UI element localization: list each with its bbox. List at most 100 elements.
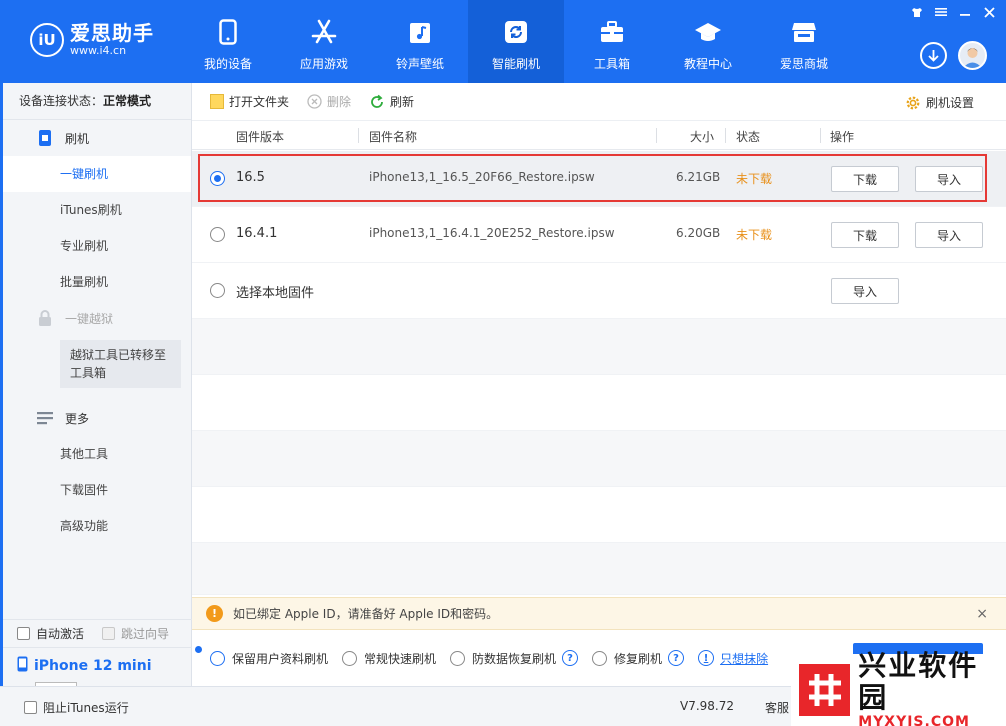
avatar[interactable]: [958, 41, 987, 70]
col-actions: 操作: [830, 130, 855, 144]
checkbox-box[interactable]: [102, 627, 116, 640]
refresh-button[interactable]: 刷新: [369, 93, 414, 110]
top-bar: iU 爱思助手 www.i4.cn 我的设备 应用游戏 铃声壁纸 智能刷机 工具…: [0, 0, 1006, 83]
watermark-logo-icon: [799, 664, 851, 716]
app-logo: iU 爱思助手 www.i4.cn: [30, 22, 154, 57]
auto-activate-row: 自动激活 跳过向导: [3, 619, 192, 647]
help-icon[interactable]: ?: [562, 650, 579, 666]
firmware-name: iPhone13,1_16.5_20F66_Restore.ipsw: [369, 170, 595, 184]
col-status[interactable]: 状态: [736, 128, 760, 145]
skip-guide-checkbox[interactable]: 跳过向导: [102, 625, 169, 642]
mode-radio[interactable]: [592, 650, 608, 666]
appstore-icon: [310, 18, 338, 46]
table-row-local-firmware[interactable]: 选择本地固件 导入: [192, 263, 1006, 319]
open-folder-button[interactable]: 打开文件夹: [210, 93, 289, 110]
sidebar-item-batch-flash[interactable]: 批量刷机: [3, 264, 191, 300]
nav-ringtones[interactable]: 铃声壁纸: [372, 0, 468, 83]
phone-icon: [214, 18, 242, 46]
row-radio[interactable]: [210, 171, 225, 186]
flash-settings-button[interactable]: 刷机设置: [905, 94, 974, 111]
sidebar: 设备连接状态：正常模式 刷机 一键刷机 iTunes刷机 专业刷机 批量刷机 一…: [0, 83, 192, 726]
folder-icon: [210, 94, 224, 109]
col-size[interactable]: 大小: [690, 128, 714, 145]
menu-icon[interactable]: [932, 4, 950, 20]
gear-icon: [905, 95, 921, 111]
import-button[interactable]: 导入: [915, 166, 983, 192]
delete-icon: [307, 94, 322, 109]
block-itunes-checkbox[interactable]: 阻止iTunes运行: [24, 699, 129, 716]
empty-row: [192, 543, 1006, 595]
sidebar-item-advanced[interactable]: 高级功能: [3, 508, 191, 544]
mode-repair[interactable]: 修复刷机 ?: [592, 650, 685, 667]
firmware-version: 16.5: [236, 170, 265, 185]
logo-title: 爱思助手: [70, 21, 154, 45]
mode-quick[interactable]: 常规快速刷机: [342, 650, 436, 667]
logo-url: www.i4.cn: [70, 44, 127, 57]
apple-id-notice: ! 如已绑定 Apple ID，请准备好 Apple ID和密码。 ×: [192, 597, 1006, 630]
import-button[interactable]: 导入: [915, 222, 983, 248]
watermark: 兴业软件园 MYXYJS.COM: [791, 650, 1006, 726]
sidebar-item-other-tools[interactable]: 其他工具: [3, 436, 191, 472]
firmware-size: 6.21GB: [676, 170, 721, 184]
app-version: V7.98.72: [680, 699, 735, 713]
toolbar: 打开文件夹 删除 刷新: [192, 83, 1006, 121]
checkbox-box[interactable]: [17, 627, 30, 640]
toolbox-icon: [598, 18, 626, 46]
erase-only-link[interactable]: ! 只想抹除: [698, 650, 768, 667]
mode-radio[interactable]: [210, 650, 225, 666]
download-button[interactable]: 下载: [831, 222, 899, 248]
firmware-name: iPhone13,1_16.4.1_20E252_Restore.ipsw: [369, 226, 615, 240]
nav-apps-games[interactable]: 应用游戏: [276, 0, 372, 83]
row-radio[interactable]: [210, 227, 225, 242]
refresh-icon: [369, 94, 385, 110]
shirt-icon[interactable]: [908, 4, 926, 20]
connection-status-value: 正常模式: [103, 94, 152, 108]
nav-my-device[interactable]: 我的设备: [180, 0, 276, 83]
customer-service-link[interactable]: 客服: [765, 699, 789, 716]
mode-radio[interactable]: [342, 650, 358, 666]
connection-status: 设备连接状态：正常模式: [3, 83, 191, 120]
main-panel: 打开文件夹 删除 刷新 刷机设置 固件版本 固件名称 大小 状态 操作 16.5…: [192, 83, 1006, 726]
nav-toolbox[interactable]: 工具箱: [564, 0, 660, 83]
sidebar-group-jailbreak: 一键越狱: [3, 300, 191, 336]
sidebar-group-more: 更多: [3, 400, 191, 436]
nav-smart-flash[interactable]: 智能刷机: [468, 0, 564, 83]
download-button[interactable]: 下载: [831, 166, 899, 192]
checkbox-box[interactable]: [24, 701, 37, 714]
close-icon[interactable]: [980, 4, 998, 20]
watermark-title: 兴业软件园: [858, 649, 979, 714]
empty-row: [192, 431, 1006, 487]
sidebar-item-download-firmware[interactable]: 下载固件: [3, 472, 191, 508]
col-version[interactable]: 固件版本: [236, 128, 284, 145]
nav-tutorials[interactable]: 教程中心: [660, 0, 756, 83]
table-header: 固件版本 固件名称 大小 状态 操作: [192, 121, 1006, 150]
empty-row: [192, 487, 1006, 543]
delete-button[interactable]: 删除: [307, 93, 351, 110]
info-icon: !: [698, 650, 715, 666]
close-icon[interactable]: ×: [976, 606, 988, 622]
notice-text: 如已绑定 Apple ID，请准备好 Apple ID和密码。: [233, 607, 499, 621]
jailbreak-moved-note: 越狱工具已转移至工具箱: [60, 340, 181, 388]
table-row[interactable]: 16.4.1 iPhone13,1_16.4.1_20E252_Restore.…: [192, 207, 1006, 263]
minimize-icon[interactable]: [956, 4, 974, 20]
mode-keep-data[interactable]: 保留用户资料刷机: [210, 650, 328, 667]
sidebar-item-pro-flash[interactable]: 专业刷机: [3, 228, 191, 264]
nav-store[interactable]: 爱思商城: [756, 0, 852, 83]
firmware-status: 未下载: [736, 228, 773, 242]
firmware-status: 未下载: [736, 172, 773, 186]
table-row[interactable]: 16.5 iPhone13,1_16.5_20F66_Restore.ipsw …: [192, 151, 1006, 207]
refresh-icon: [502, 18, 530, 46]
list-icon: [35, 408, 55, 428]
device-name[interactable]: iPhone 12 mini: [34, 658, 152, 674]
store-icon: [790, 18, 818, 46]
mode-radio[interactable]: [450, 650, 466, 666]
sidebar-item-itunes-flash[interactable]: iTunes刷机: [3, 192, 191, 228]
mode-anti-recovery[interactable]: 防数据恢复刷机 ?: [450, 650, 579, 667]
sidebar-item-one-click-flash[interactable]: 一键刷机: [0, 156, 191, 192]
local-import-button[interactable]: 导入: [831, 278, 899, 304]
row-radio[interactable]: [210, 283, 225, 298]
auto-activate-checkbox[interactable]: 自动激活: [17, 625, 84, 642]
help-icon[interactable]: ?: [668, 650, 685, 666]
col-name[interactable]: 固件名称: [369, 128, 417, 145]
download-icon[interactable]: [920, 42, 947, 69]
